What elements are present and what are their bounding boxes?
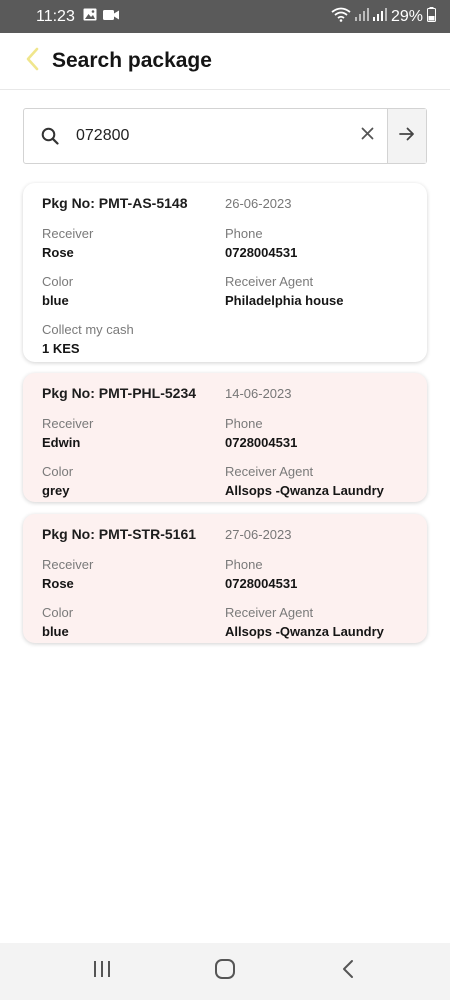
close-icon xyxy=(361,127,374,145)
receiver-value: Rose xyxy=(42,576,74,591)
color-label: Color xyxy=(42,605,74,620)
receiver-label: Receiver xyxy=(42,557,94,572)
collect-cash-label: Collect my cash xyxy=(42,322,134,337)
package-number: Pkg No: PMT-AS-5148 xyxy=(42,195,188,211)
phone-label: Phone xyxy=(225,416,263,431)
receiver-value: Rose xyxy=(42,245,74,260)
color-value: grey xyxy=(42,483,70,498)
receiver-label: Receiver xyxy=(42,416,94,431)
package-card[interactable]: Pkg No: PMT-PHL-5234 14-06-2023 Receiver… xyxy=(23,373,427,502)
chevron-left-icon xyxy=(25,47,39,76)
receiver-agent-label: Receiver Agent xyxy=(225,274,314,289)
home-icon xyxy=(214,958,236,985)
home-button[interactable] xyxy=(195,952,255,992)
phone-label: Phone xyxy=(225,226,263,241)
receiver-agent-value: Allsops -Qwanza Laundry xyxy=(225,624,384,639)
back-icon xyxy=(342,959,354,984)
recent-apps-icon xyxy=(92,960,112,983)
package-date: 27-06-2023 xyxy=(225,527,292,542)
package-card[interactable]: Pkg No: PMT-STR-5161 27-06-2023 Receiver… xyxy=(23,514,427,643)
recent-apps-button[interactable] xyxy=(72,952,132,992)
battery-percent: 29% xyxy=(390,7,423,25)
package-date: 14-06-2023 xyxy=(225,386,292,401)
receiver-agent-value: Philadelphia house xyxy=(225,293,344,308)
phone-value: 0728004531 xyxy=(225,435,298,450)
page-title: Search package xyxy=(52,49,212,72)
system-back-button[interactable] xyxy=(318,952,378,992)
clear-search-button[interactable] xyxy=(347,109,387,163)
phone-value: 0728004531 xyxy=(225,576,298,591)
color-value: blue xyxy=(42,293,69,308)
arrow-right-icon xyxy=(399,127,415,146)
status-time: 11:23 xyxy=(36,7,75,25)
gallery-icon xyxy=(83,8,97,26)
receiver-agent-label: Receiver Agent xyxy=(225,464,314,479)
signal-icon xyxy=(372,7,387,26)
system-nav-bar xyxy=(0,943,450,1000)
search-icon xyxy=(24,127,76,145)
receiver-agent-value: Allsops -Qwanza Laundry xyxy=(225,483,384,498)
back-button[interactable] xyxy=(12,41,52,81)
app-header: Search package xyxy=(0,33,450,90)
phone-label: Phone xyxy=(225,557,263,572)
battery-icon xyxy=(427,6,436,27)
package-number: Pkg No: PMT-PHL-5234 xyxy=(42,385,197,401)
color-value: blue xyxy=(42,624,69,639)
receiver-label: Receiver xyxy=(42,226,94,241)
package-card[interactable]: Pkg No: PMT-AS-5148 26-06-2023 Receiver … xyxy=(23,183,427,362)
package-date: 26-06-2023 xyxy=(225,196,292,211)
collect-cash-value: 1 KES xyxy=(42,341,80,356)
search-input[interactable] xyxy=(76,109,347,163)
receiver-agent-label: Receiver Agent xyxy=(225,605,314,620)
package-number: Pkg No: PMT-STR-5161 xyxy=(42,526,197,542)
color-label: Color xyxy=(42,274,74,289)
color-label: Color xyxy=(42,464,74,479)
receiver-value: Edwin xyxy=(42,435,81,450)
wifi-icon xyxy=(331,7,351,27)
signal-icon xyxy=(354,7,369,26)
phone-value: 0728004531 xyxy=(225,245,298,260)
search-submit-button[interactable] xyxy=(387,109,426,163)
status-bar: 11:23 29% xyxy=(0,0,450,33)
video-icon xyxy=(102,8,119,26)
search-box xyxy=(23,108,427,164)
